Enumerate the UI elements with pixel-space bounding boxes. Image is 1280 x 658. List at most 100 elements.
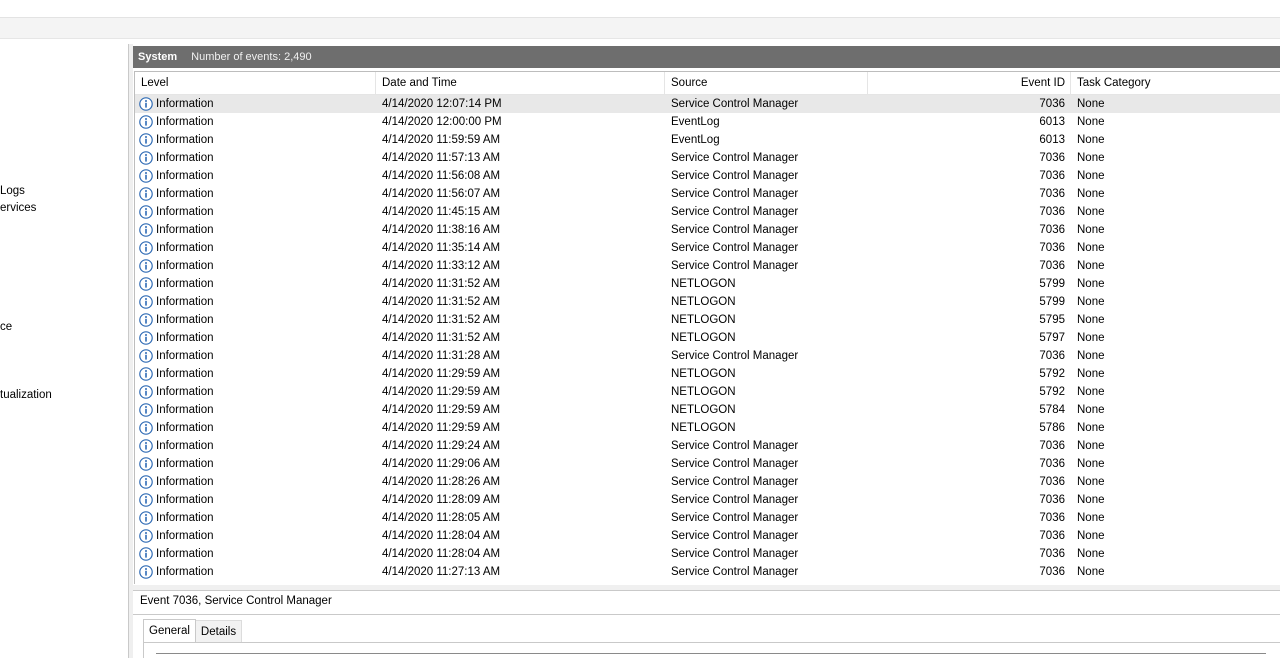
table-row[interactable]: Information 4/14/2020 11:56:07 AM Service … <box>135 185 1280 203</box>
table-row[interactable]: Information 4/14/2020 11:31:52 AM NETLOGON… <box>135 311 1280 329</box>
column-header-event-id[interactable]: Event ID <box>868 72 1071 94</box>
cell-level: Information <box>135 437 376 455</box>
information-icon <box>139 133 153 147</box>
information-icon <box>139 187 153 201</box>
cell-level: Information <box>135 149 376 167</box>
column-header-source[interactable]: Source <box>665 72 868 94</box>
cell-event-id: 7036 <box>1039 548 1065 560</box>
table-row[interactable]: Information 4/14/2020 11:59:59 AM EventLog… <box>135 131 1280 149</box>
cell-source: NETLOGON <box>671 278 736 290</box>
divider <box>133 614 1280 615</box>
cell-event-id: 5799 <box>1039 278 1065 290</box>
cell-event-id: 7036 <box>1039 188 1065 200</box>
level-text: Information <box>156 458 214 470</box>
table-row[interactable]: Information 4/14/2020 11:29:06 AM Service … <box>135 455 1280 473</box>
column-header-date-time[interactable]: Date and Time <box>376 72 665 94</box>
table-row[interactable]: Information 4/14/2020 11:28:05 AM Service … <box>135 509 1280 527</box>
cell-source: NETLOGON <box>671 296 736 308</box>
tree-item-virtualization[interactable]: tualization <box>0 389 52 401</box>
level-text: Information <box>156 350 214 362</box>
table-row[interactable]: Information 4/14/2020 11:31:52 AM NETLOGON… <box>135 275 1280 293</box>
information-icon <box>139 313 153 327</box>
cell-event-id: 6013 <box>1039 116 1065 128</box>
table-row[interactable]: Information 4/14/2020 11:28:26 AM Service … <box>135 473 1280 491</box>
tab-details[interactable]: Details <box>195 620 243 642</box>
cell-date-time: 4/14/2020 11:35:14 AM <box>382 242 501 254</box>
cell-date-time: 4/14/2020 11:38:16 AM <box>382 224 501 236</box>
cell-date-time: 4/14/2020 11:28:04 AM <box>382 530 501 542</box>
cell-task-category: None <box>1077 188 1105 200</box>
cell-date-time: 4/14/2020 11:31:52 AM <box>382 296 501 308</box>
cell-level: Information <box>135 293 376 311</box>
table-row[interactable]: Information 4/14/2020 11:31:52 AM NETLOGON… <box>135 293 1280 311</box>
cell-source: Service Control Manager <box>671 458 799 470</box>
table-row[interactable]: Information 4/14/2020 11:28:04 AM Service … <box>135 545 1280 563</box>
cell-date-time: 4/14/2020 12:00:00 PM <box>382 116 502 128</box>
toolbar <box>0 18 1280 39</box>
level-text: Information <box>156 242 214 254</box>
table-row[interactable]: Information 4/14/2020 11:29:24 AM Service … <box>135 437 1280 455</box>
table-row[interactable]: Information 4/14/2020 11:31:52 AM NETLOGON… <box>135 329 1280 347</box>
table-row[interactable]: Information 4/14/2020 11:56:08 AM Service … <box>135 167 1280 185</box>
table-row[interactable]: Information 4/14/2020 11:35:14 AM Service … <box>135 239 1280 257</box>
general-description-box <box>156 653 1266 658</box>
table-row[interactable]: Information 4/14/2020 11:28:09 AM Service … <box>135 491 1280 509</box>
column-header-level[interactable]: Level <box>135 72 376 94</box>
table-row[interactable]: Information 4/14/2020 11:29:59 AM NETLOGON… <box>135 401 1280 419</box>
tree-item-services[interactable]: ervices <box>0 202 36 214</box>
information-icon <box>139 115 153 129</box>
cell-date-time: 4/14/2020 11:29:59 AM <box>382 386 501 398</box>
cell-level: Information <box>135 311 376 329</box>
column-header-task-category[interactable]: Task Category <box>1071 72 1280 94</box>
tree-item-logs[interactable]: Logs <box>0 185 25 197</box>
information-icon <box>139 421 153 435</box>
information-icon <box>139 331 153 345</box>
cell-event-id: 7036 <box>1039 224 1065 236</box>
table-row[interactable]: Information 4/14/2020 11:29:59 AM NETLOGON… <box>135 365 1280 383</box>
cell-level: Information <box>135 545 376 563</box>
table-row[interactable]: Information 4/14/2020 11:29:59 AM NETLOGON… <box>135 383 1280 401</box>
tab-general[interactable]: General <box>143 619 196 643</box>
table-row[interactable]: Information 4/14/2020 11:29:59 AM NETLOGON… <box>135 419 1280 437</box>
information-icon <box>139 169 153 183</box>
cell-date-time: 4/14/2020 11:28:05 AM <box>382 512 501 524</box>
tree-item-ce[interactable]: ce <box>0 321 12 333</box>
information-icon <box>139 457 153 471</box>
cell-level: Information <box>135 275 376 293</box>
table-row[interactable]: Information 4/14/2020 11:31:28 AM Service … <box>135 347 1280 365</box>
information-icon <box>139 493 153 507</box>
information-icon <box>139 223 153 237</box>
table-row[interactable]: Information 4/14/2020 11:28:04 AM Service … <box>135 527 1280 545</box>
level-text: Information <box>156 224 214 236</box>
table-row[interactable]: Information 4/14/2020 11:45:15 AM Service … <box>135 203 1280 221</box>
cell-level: Information <box>135 401 376 419</box>
table-row[interactable]: Information 4/14/2020 11:33:12 AM Service … <box>135 257 1280 275</box>
cell-date-time: 4/14/2020 11:29:06 AM <box>382 458 501 470</box>
table-row[interactable]: Information 4/14/2020 11:27:13 AM Service … <box>135 563 1280 581</box>
cell-source: Service Control Manager <box>671 512 799 524</box>
information-icon <box>139 547 153 561</box>
cell-level: Information <box>135 419 376 437</box>
cell-event-id: 7036 <box>1039 458 1065 470</box>
table-row[interactable]: Information 4/14/2020 11:38:16 AM Service … <box>135 221 1280 239</box>
information-icon <box>139 385 153 399</box>
table-row[interactable]: Information 4/14/2020 11:57:13 AM Service … <box>135 149 1280 167</box>
cell-event-id: 5784 <box>1039 404 1065 416</box>
cell-task-category: None <box>1077 116 1105 128</box>
cell-task-category: None <box>1077 98 1105 110</box>
cell-date-time: 4/14/2020 11:31:52 AM <box>382 332 501 344</box>
cell-level: Information <box>135 95 376 113</box>
top-bar <box>0 0 1280 18</box>
information-icon <box>139 259 153 273</box>
cell-source: Service Control Manager <box>671 548 799 560</box>
event-details-pane: Event 7036, Service Control Manager Gene… <box>133 590 1280 658</box>
cell-event-id: 5792 <box>1039 386 1065 398</box>
table-row[interactable]: Information 4/14/2020 12:00:00 PM EventLog… <box>135 113 1280 131</box>
cell-task-category: None <box>1077 170 1105 182</box>
cell-source: Service Control Manager <box>671 566 799 578</box>
cell-task-category: None <box>1077 278 1105 290</box>
table-row[interactable]: Information 4/14/2020 12:07:14 PM Service … <box>135 95 1280 113</box>
information-icon <box>139 97 153 111</box>
cell-task-category: None <box>1077 368 1105 380</box>
cell-level: Information <box>135 131 376 149</box>
